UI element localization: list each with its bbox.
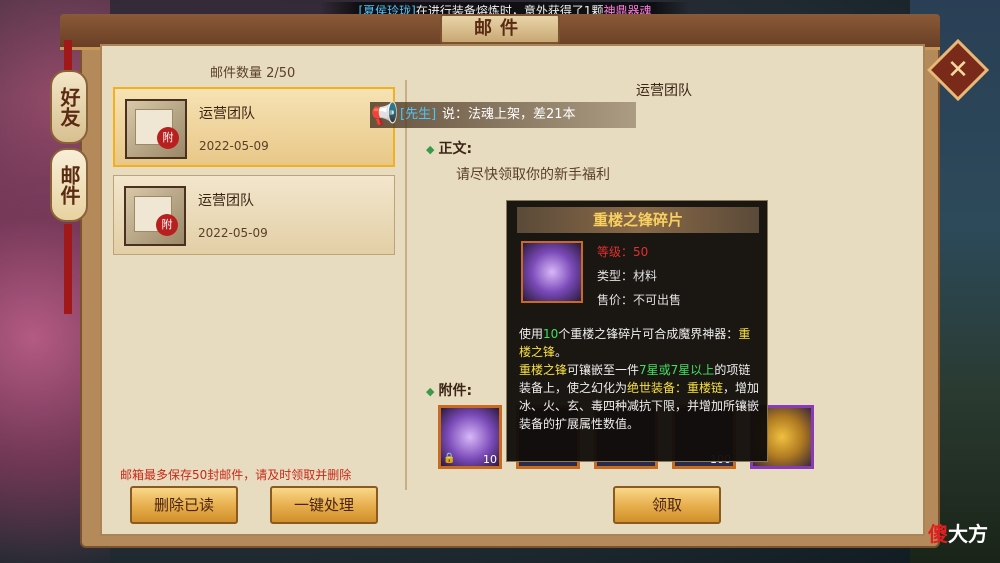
watermark-red: 傻	[928, 522, 948, 546]
mailbox-warning: 邮箱最多保存50封邮件，请及时领取并删除	[120, 468, 352, 482]
attachment-count: 10	[483, 453, 497, 466]
desc-rare-item: 绝世装备：重楼链	[627, 381, 724, 395]
item-description: 使用10个重楼之锋碎片可合成魔界神器：重楼之锋。 重楼之锋可镶嵌至一件7星或7星以…	[519, 325, 761, 433]
mail-sender: 运营团队	[199, 106, 255, 122]
attachment-seal: 附	[156, 214, 178, 236]
body-label: ◆ 正文:	[426, 138, 472, 158]
desc-item-name: 重楼之锋	[519, 363, 568, 377]
mail-body: 请尽快领取你的新手福利	[456, 167, 610, 183]
megaphone-icon: 📢	[371, 102, 399, 127]
attachments-label: ◆ 附件:	[426, 380, 472, 400]
desc-text: 个重楼之锋碎片可合成魔界神器：	[558, 327, 739, 341]
mail-sender: 运营团队	[198, 193, 254, 209]
close-icon[interactable]: ✕	[936, 48, 980, 92]
desc-number: 10	[543, 327, 559, 341]
delete-read-button[interactable]: 删除已读	[130, 486, 238, 524]
tassel-decoration	[64, 224, 72, 314]
tab-friends[interactable]: 好友	[50, 70, 88, 144]
claim-button[interactable]: 领取	[613, 486, 721, 524]
body-label-text: 正文:	[438, 141, 473, 157]
desc-text: 使用	[519, 327, 544, 341]
window-title: 邮件	[440, 14, 560, 44]
site-watermark: 傻大方	[928, 518, 988, 547]
desc-text: 。	[555, 345, 568, 359]
desc-text: 可镶嵌至一件	[567, 363, 640, 377]
notice-tag: [先生]	[400, 107, 437, 122]
desc-stars: 7星或7星以上	[639, 363, 715, 377]
item-price: 售价：不可出售	[597, 291, 681, 308]
item-level: 等级：50	[597, 245, 649, 259]
item-tooltip: 重楼之锋碎片 等级：50 类型：材料 售价：不可出售 使用10个重楼之锋碎片可合…	[506, 200, 768, 462]
mail-date: 2022-05-09	[198, 226, 268, 240]
attachments-label-text: 附件:	[438, 383, 473, 399]
price-key: 售价：	[597, 293, 634, 307]
mail-date: 2022-05-09	[199, 139, 269, 153]
type-key: 类型：	[597, 269, 634, 283]
watermark-white: 大方	[948, 522, 988, 546]
mail-list-item[interactable]: 附 运营团队 2022-05-09	[113, 175, 395, 255]
attachment-slot[interactable]: 🔒 10	[438, 405, 502, 469]
mail-count: 邮件数量 2/50	[210, 66, 296, 81]
diamond-icon: ◆	[426, 385, 435, 398]
price-value: 不可出售	[633, 293, 682, 307]
diamond-icon: ◆	[426, 143, 435, 156]
mail-envelope-icon: 附	[125, 99, 187, 159]
attachment-seal: 附	[157, 127, 179, 149]
notice-message: 说：法魂上架，差21本	[442, 107, 576, 122]
panel-divider	[405, 80, 407, 490]
chat-notice: 📢 [先生] 说：法魂上架，差21本	[370, 102, 636, 128]
mail-title: 运营团队	[636, 83, 692, 99]
item-type: 类型：材料	[597, 267, 657, 284]
mail-list-item[interactable]: 附 运营团队 2022-05-09	[113, 87, 395, 167]
lock-icon: 🔒	[443, 453, 456, 464]
tooltip-title: 重楼之锋碎片	[517, 207, 759, 233]
mail-envelope-icon: 附	[124, 186, 186, 246]
item-shard-icon	[521, 241, 583, 303]
type-value: 材料	[633, 269, 658, 283]
one-click-process-button[interactable]: 一键处理	[270, 486, 378, 524]
tab-mail[interactable]: 邮件	[50, 148, 88, 222]
